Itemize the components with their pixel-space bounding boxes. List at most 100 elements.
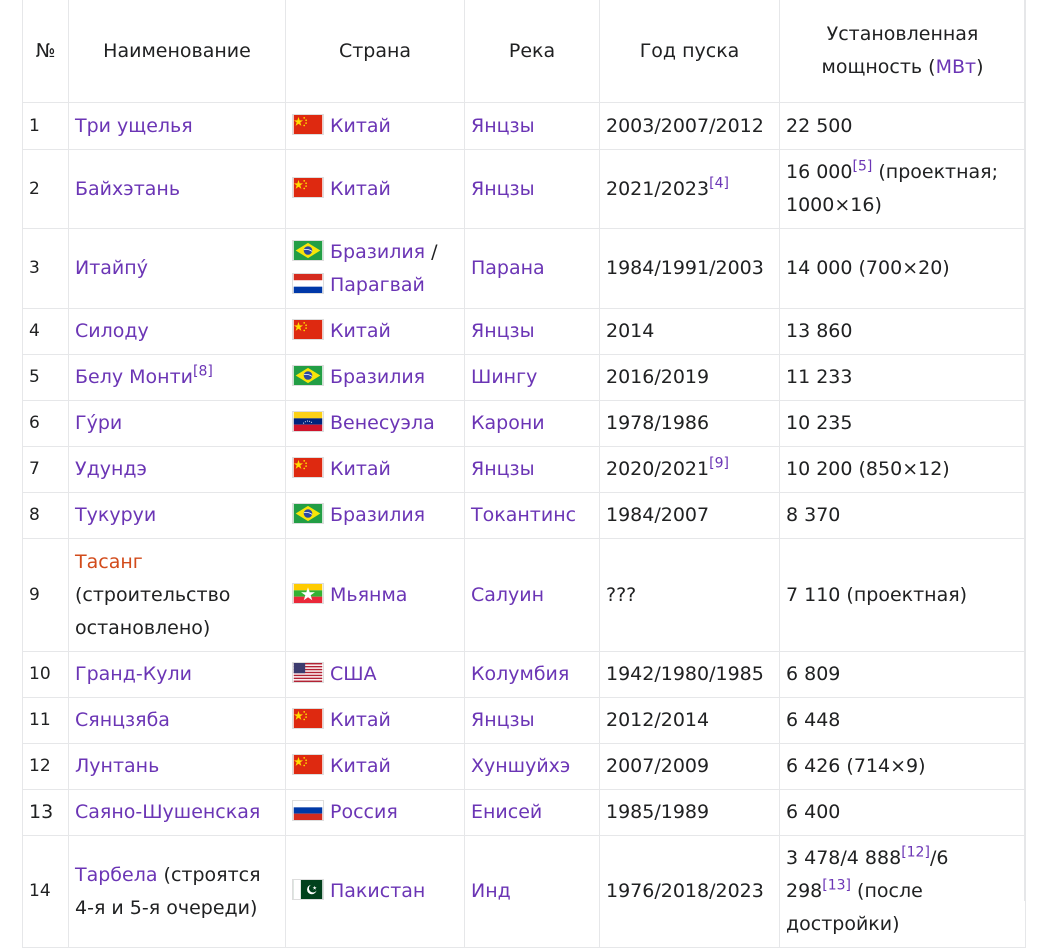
country-link[interactable]: Китай xyxy=(330,320,391,342)
river-link[interactable]: Колумбия xyxy=(471,663,569,685)
country-cell: Венесуэла xyxy=(285,400,465,447)
plant-name-link[interactable]: Байхэтань xyxy=(75,178,180,200)
capacity-cell: 13 860 xyxy=(779,308,1026,355)
country-entry: США xyxy=(292,658,458,691)
country-link[interactable]: Китай xyxy=(330,115,391,137)
plant-name-link[interactable]: Тукуруи xyxy=(75,504,156,526)
table-row: 11 Сянцзяба Китай Янцзы 2012/2014 6 448 xyxy=(22,697,1026,744)
header-num[interactable]: № xyxy=(22,0,69,103)
country-cell: Бразилия xyxy=(285,354,465,401)
river-link[interactable]: Янцзы xyxy=(471,178,535,200)
launch-year: 2021/2023 xyxy=(606,177,710,200)
row-number: 9 xyxy=(22,538,69,652)
plant-name-link[interactable]: Тарбела xyxy=(75,864,158,886)
ru-flag-icon xyxy=(292,800,324,821)
river-cell: Карони xyxy=(464,400,600,447)
country-cell: Мьянма xyxy=(285,538,465,652)
country-entry: Пакистан xyxy=(292,875,458,908)
river-link[interactable]: Янцзы xyxy=(471,115,535,137)
river-link[interactable]: Токантинс xyxy=(471,504,576,526)
plant-name-link[interactable]: Три ущелья xyxy=(75,115,193,137)
year-cell: 2012/2014 xyxy=(599,697,780,744)
country-link[interactable]: Бразилия xyxy=(330,366,425,388)
header-year[interactable]: Год пуска xyxy=(599,0,780,103)
country-entry: Парагвай xyxy=(292,269,458,302)
row-number: 6 xyxy=(22,400,69,447)
country-link[interactable]: Китай xyxy=(330,458,391,480)
plant-name-link[interactable]: Удундэ xyxy=(75,458,147,480)
plant-name-cell: Гу́ри xyxy=(68,400,286,447)
plant-name-link[interactable]: Тасанг xyxy=(75,551,143,573)
river-link[interactable]: Шингу xyxy=(471,366,537,388)
header-name[interactable]: Наименование xyxy=(68,0,286,103)
table-row: 14 Тарбела (строятся 4-я и 5-я очереди) Па… xyxy=(22,835,1026,948)
header-capacity-unit-link[interactable]: МВт xyxy=(936,56,977,78)
br-flag-icon xyxy=(292,503,324,524)
header-capacity[interactable]: Установленная мощность (МВт) xyxy=(779,0,1026,103)
plant-name-link[interactable]: Сянцзяба xyxy=(75,709,170,731)
country-link[interactable]: Пакистан xyxy=(330,880,425,902)
plant-name-link[interactable]: Итайпу́ xyxy=(75,257,148,279)
cn-flag-icon xyxy=(292,113,324,135)
plant-name-link[interactable]: Саяно-Шушенская xyxy=(75,801,260,823)
header-river[interactable]: Река xyxy=(464,0,600,103)
river-link[interactable]: Янцзы xyxy=(471,709,535,731)
reference-link[interactable]: [4] xyxy=(709,175,729,191)
plant-name-link[interactable]: Силоду xyxy=(75,320,149,342)
river-cell: Токантинс xyxy=(464,492,600,539)
table-header-row: № Наименование Страна Река Год пуска Уст… xyxy=(22,0,1026,103)
country-link[interactable]: Бразилия xyxy=(330,241,425,263)
country-link[interactable]: Венесуэла xyxy=(330,412,435,434)
country-link[interactable]: США xyxy=(330,663,377,685)
country-link[interactable]: Россия xyxy=(330,801,398,823)
reference-link[interactable]: [13] xyxy=(822,878,851,894)
reference-link[interactable]: [5] xyxy=(852,159,872,175)
hydro-plants-table: № Наименование Страна Река Год пуска Уст… xyxy=(22,0,1026,948)
plant-name-link[interactable]: Белу Монти xyxy=(75,366,193,388)
plant-name-cell: Удундэ xyxy=(68,446,286,493)
country-link[interactable]: Бразилия xyxy=(330,504,425,526)
river-link[interactable]: Салуин xyxy=(471,584,544,606)
launch-year: 2016/2019 xyxy=(606,366,710,388)
river-link[interactable]: Янцзы xyxy=(471,320,535,342)
plant-name-link[interactable]: Гу́ри xyxy=(75,412,122,434)
capacity-value: 13 860 xyxy=(786,320,853,342)
country-link[interactable]: Китай xyxy=(330,178,391,200)
country-cell: Китай xyxy=(285,743,465,790)
country-link[interactable]: Китай xyxy=(330,709,391,731)
reference-link[interactable]: [8] xyxy=(193,364,213,380)
country-cell: Китай xyxy=(285,446,465,493)
plant-name-cell: Саяно-Шушенская xyxy=(68,789,286,836)
capacity-cell: 7 110 (проектная) xyxy=(779,538,1026,652)
plant-name-cell: Тукуруи xyxy=(68,492,286,539)
river-link[interactable]: Инд xyxy=(471,880,511,902)
table-row: 7 Удундэ Китай Янцзы 2020/2021[9] 10 200 (850… xyxy=(22,446,1026,493)
row-number: 14 xyxy=(22,835,69,948)
capacity-value: 10 235 xyxy=(786,412,853,434)
table-row: 9 Тасанг (строительство остановлено) Мьянма… xyxy=(22,538,1026,652)
capacity-cell: 10 235 xyxy=(779,400,1026,447)
river-link[interactable]: Енисей xyxy=(471,801,542,823)
country-link[interactable]: Китай xyxy=(330,755,391,777)
river-link[interactable]: Карони xyxy=(471,412,545,434)
plant-name-link[interactable]: Гранд-Кули xyxy=(75,663,192,685)
hydro-table-container: № Наименование Страна Река Год пуска Уст… xyxy=(22,0,1026,948)
country-cell: Пакистан xyxy=(285,835,465,948)
country-cell: Китай xyxy=(285,149,465,229)
river-link[interactable]: Янцзы xyxy=(471,458,535,480)
country-entry: Бразилия / xyxy=(292,236,458,269)
plant-name-link[interactable]: Лунтань xyxy=(75,755,159,777)
country-link[interactable]: Мьянма xyxy=(330,584,407,606)
reference-link[interactable]: [9] xyxy=(709,456,729,472)
year-cell: 2020/2021[9] xyxy=(599,446,780,493)
capacity-value: 22 500 xyxy=(786,114,853,137)
plant-name-cell: Итайпу́ xyxy=(68,228,286,309)
river-link[interactable]: Хуншуйхэ xyxy=(471,755,570,777)
country-link[interactable]: Парагвай xyxy=(330,274,425,296)
table-row: 1 Три ущелья Китай Янцзы 2003/2007/2012 22 50… xyxy=(22,102,1026,150)
mm-flag-icon xyxy=(292,582,324,604)
table-row: 5 Белу Монти[8] Бразилия Шингу 2016/2019 11 2… xyxy=(22,354,1026,401)
reference-link[interactable]: [12] xyxy=(901,845,930,861)
header-country[interactable]: Страна xyxy=(285,0,465,103)
river-link[interactable]: Парана xyxy=(471,257,545,279)
